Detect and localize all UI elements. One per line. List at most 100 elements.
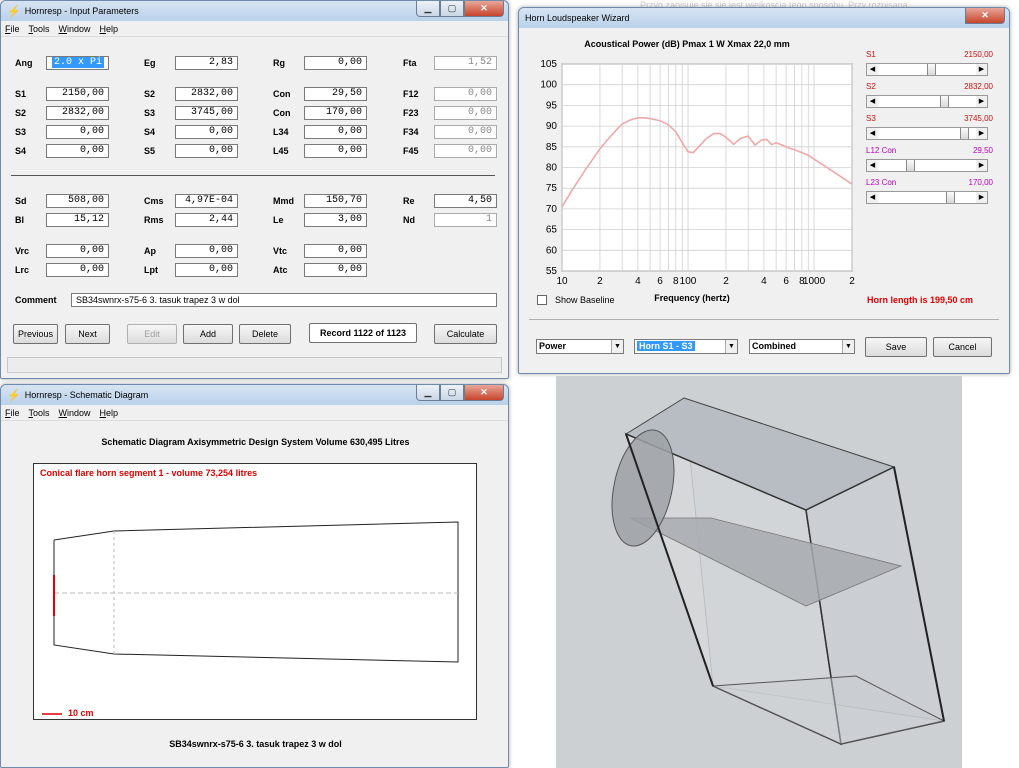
menu-help[interactable]: Help <box>100 408 119 418</box>
param-field[interactable]: 0,00 <box>175 244 238 258</box>
slider-track[interactable]: ◀ ▶ <box>866 95 988 108</box>
add-button[interactable]: Add <box>183 324 233 344</box>
param-field[interactable]: 0,00 <box>434 144 497 158</box>
param-field[interactable]: 0,00 <box>434 106 497 120</box>
param-field[interactable]: 0,00 <box>304 263 367 277</box>
param-field[interactable]: 4,97E-04 <box>175 194 238 208</box>
arrow-left-icon[interactable]: ◀ <box>867 64 878 75</box>
cancel-button[interactable]: Cancel <box>933 337 992 357</box>
param-field[interactable]: 2,44 <box>175 213 238 227</box>
slider-thumb[interactable] <box>926 64 936 75</box>
param-value: 2.0 x Pi <box>51 57 104 68</box>
maximize-button[interactable]: ▢ <box>440 385 464 401</box>
param-field[interactable]: 15,12 <box>46 213 109 227</box>
y-tick-label: 90 <box>546 121 558 132</box>
param-field[interactable]: 2150,00 <box>46 87 109 101</box>
param-field[interactable]: 0,00 <box>434 87 497 101</box>
param-field[interactable]: 170,00 <box>304 106 367 120</box>
param-field[interactable]: 1 <box>434 213 497 227</box>
minimize-button[interactable]: ▁ <box>416 385 440 401</box>
param-field[interactable]: 3745,00 <box>175 106 238 120</box>
param-value: 508,00 <box>67 195 104 206</box>
param-field[interactable]: 0,00 <box>304 144 367 158</box>
plot-type-select[interactable]: Power ▼ <box>536 339 624 354</box>
comment-label: Comment <box>15 295 57 305</box>
chevron-down-icon[interactable]: ▼ <box>725 340 737 353</box>
param-field[interactable]: 2.0 x Pi <box>46 56 109 70</box>
schematic-window: ⚡ Hornresp - Schematic Diagram ▁ ▢ ✕ Fil… <box>0 384 509 768</box>
param-field[interactable]: 2832,00 <box>46 106 109 120</box>
save-button[interactable]: Save <box>865 337 927 357</box>
param-field[interactable]: 2832,00 <box>175 87 238 101</box>
menu-window[interactable]: Window <box>59 24 91 34</box>
menu-tools[interactable]: Tools <box>29 24 50 34</box>
param-field[interactable]: 0,00 <box>434 125 497 139</box>
arrow-right-icon[interactable]: ▶ <box>976 192 987 203</box>
param-field[interactable]: 0,00 <box>175 263 238 277</box>
slider-thumb[interactable] <box>959 128 969 139</box>
param-field[interactable]: 0,00 <box>46 263 109 277</box>
param-field[interactable]: 4,50 <box>434 194 497 208</box>
arrow-left-icon[interactable]: ◀ <box>867 160 878 171</box>
menu-window[interactable]: Window <box>59 408 91 418</box>
param-value: 0,00 <box>79 145 104 156</box>
arrow-right-icon[interactable]: ▶ <box>976 160 987 171</box>
slider-value: 3745,00 <box>964 114 993 123</box>
param-field[interactable]: 3,00 <box>304 213 367 227</box>
param-label: Ang <box>15 58 33 68</box>
param-field[interactable]: 0,00 <box>304 56 367 70</box>
param-label: Atc <box>273 265 288 275</box>
slider-thumb[interactable] <box>945 192 955 203</box>
menu-tools[interactable]: Tools <box>29 408 50 418</box>
param-field[interactable]: 2,83 <box>175 56 238 70</box>
param-label: Bl <box>15 215 24 225</box>
menu-file[interactable]: File <box>5 24 20 34</box>
param-field[interactable]: 0,00 <box>46 244 109 258</box>
maximize-button[interactable]: ▢ <box>440 1 464 17</box>
param-value: 0,00 <box>208 145 233 156</box>
mode-select[interactable]: Combined ▼ <box>749 339 855 354</box>
show-baseline-label[interactable]: Show Baseline <box>555 295 615 305</box>
previous-button[interactable]: Previous <box>13 324 58 344</box>
y-tick-label: 70 <box>546 204 558 215</box>
slider-track[interactable]: ◀ ▶ <box>866 63 988 76</box>
slider-thumb[interactable] <box>906 160 916 171</box>
close-button[interactable]: ✕ <box>464 1 504 17</box>
slider-track[interactable]: ◀ ▶ <box>866 127 988 140</box>
param-label: S5 <box>144 146 156 156</box>
close-button[interactable]: ✕ <box>965 8 1005 24</box>
param-field[interactable]: 29,50 <box>304 87 367 101</box>
param-field[interactable]: 508,00 <box>46 194 109 208</box>
chevron-down-icon[interactable]: ▼ <box>842 340 854 353</box>
arrow-left-icon[interactable]: ◀ <box>867 96 878 107</box>
slider-thumb[interactable] <box>940 96 950 107</box>
comment-field[interactable]: SB34swnrx-s75-6 3. tasuk trapez 3 w dol <box>71 293 497 307</box>
show-baseline-checkbox[interactable] <box>537 295 547 305</box>
slider-track[interactable]: ◀ ▶ <box>866 159 988 172</box>
slider-value: 2832,00 <box>964 82 993 91</box>
param-field[interactable]: 0,00 <box>175 144 238 158</box>
param-field[interactable]: 0,00 <box>175 125 238 139</box>
param-field[interactable]: 0,00 <box>46 144 109 158</box>
menu-help[interactable]: Help <box>100 24 119 34</box>
param-field[interactable]: 0,00 <box>304 244 367 258</box>
chevron-down-icon[interactable]: ▼ <box>611 340 623 353</box>
segment-select[interactable]: Horn S1 - S3 ▼ <box>634 339 738 354</box>
close-button[interactable]: ✕ <box>464 385 504 401</box>
arrow-right-icon[interactable]: ▶ <box>976 64 987 75</box>
calculate-button[interactable]: Calculate <box>434 324 497 344</box>
delete-button[interactable]: Delete <box>239 324 291 344</box>
param-field[interactable]: 0,00 <box>46 125 109 139</box>
next-button[interactable]: Next <box>65 324 110 344</box>
arrow-right-icon[interactable]: ▶ <box>976 96 987 107</box>
arrow-right-icon[interactable]: ▶ <box>976 128 987 139</box>
menu-file[interactable]: File <box>5 408 20 418</box>
minimize-button[interactable]: ▁ <box>416 1 440 17</box>
param-field[interactable]: 150,70 <box>304 194 367 208</box>
slider-track[interactable]: ◀ ▶ <box>866 191 988 204</box>
edit-button[interactable]: Edit <box>127 324 177 344</box>
arrow-left-icon[interactable]: ◀ <box>867 128 878 139</box>
param-field[interactable]: 1,52 <box>434 56 497 70</box>
arrow-left-icon[interactable]: ◀ <box>867 192 878 203</box>
param-field[interactable]: 0,00 <box>304 125 367 139</box>
